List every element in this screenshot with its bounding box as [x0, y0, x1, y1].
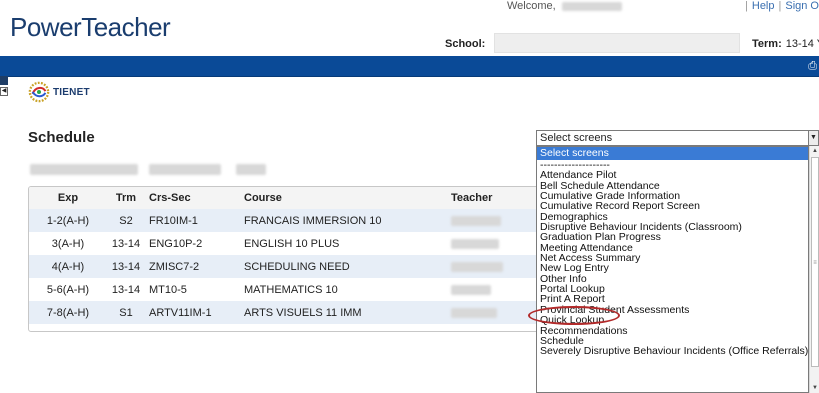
- cell-trm: S2: [107, 209, 145, 232]
- table-header-row: Exp Trm Crs-Sec Course Teacher: [29, 187, 547, 209]
- collapse-arrow-icon[interactable]: [0, 76, 8, 85]
- cell-teacher-redacted: [451, 255, 547, 278]
- user-name-redacted: [561, 1, 622, 11]
- term-value: 13-14 Ye: [785, 38, 819, 50]
- tienet-label: TIENET: [53, 86, 90, 98]
- cell-exp: 5-6(A-H): [46, 283, 90, 296]
- page-title: Schedule: [28, 129, 95, 146]
- schedule-grid: Exp Trm Crs-Sec Course Teacher 1-2(A-H) …: [29, 187, 547, 324]
- cell-teacher-redacted: [451, 278, 547, 301]
- school-label: School:: [445, 38, 486, 50]
- annotation-highlight-ring: [528, 306, 620, 325]
- cell-crs-sec: FR10IM-1: [145, 209, 244, 232]
- cell-course: MATHEMATICS 10: [244, 283, 338, 296]
- cell-trm: 13-14: [107, 255, 145, 278]
- welcome-text: Welcome,: [507, 0, 622, 12]
- dropdown-scrollbar[interactable]: ▲ ≡ ▼: [809, 146, 819, 393]
- cell-exp: 4(A-H): [29, 255, 107, 278]
- expand-arrow-icon[interactable]: ◀: [0, 87, 8, 96]
- cell-crs-sec: ARTV11IM-1: [145, 301, 244, 324]
- school-field-redacted: [494, 33, 740, 53]
- gear-swirl-logo-icon: [28, 81, 50, 103]
- cell-exp: 1-2(A-H): [29, 209, 107, 232]
- cell-trm: 13-14: [111, 237, 141, 250]
- student-info-redacted: [30, 163, 267, 175]
- col-header-crs-sec: Crs-Sec: [145, 187, 244, 209]
- nav-bar: ⎙: [0, 56, 819, 77]
- cell-trm: 13-14: [111, 283, 141, 296]
- print-icon[interactable]: ⎙: [808, 60, 817, 73]
- scroll-up-arrow-icon[interactable]: ▲: [810, 146, 819, 156]
- cell-course: FRANCAIS IMMERSION 10: [244, 209, 451, 232]
- cell-teacher-redacted: [451, 232, 547, 255]
- cell-course: ARTS VISUELS 11 IMM: [244, 301, 451, 324]
- term-label: Term:: [752, 38, 782, 50]
- dropdown-option[interactable]: Severely Disruptive Behaviour Incidents …: [537, 346, 808, 357]
- tienet-brand[interactable]: TIENET: [28, 81, 90, 103]
- cell-trm: S1: [107, 301, 145, 324]
- col-header-trm: Trm: [107, 187, 145, 209]
- table-row: 5-6(A-H) 13-14 MT10-5 MATHEMATICS 10: [29, 278, 547, 301]
- app-header: PowerTeacher Welcome, | Help | Sign O Schoo…: [0, 0, 819, 56]
- cell-teacher-redacted: [451, 209, 547, 232]
- table-row: 4(A-H) 13-14 ZMISC7-2 SCHEDULING NEED: [29, 255, 547, 278]
- top-links: | Help | Sign O: [745, 0, 819, 12]
- cell-exp: 3(A-H): [51, 237, 85, 250]
- cell-exp: 7-8(A-H): [29, 301, 107, 324]
- screen-select-listbox[interactable]: Select screens -------------------- Atte…: [536, 146, 809, 393]
- cell-crs-sec: ZMISC7-2: [145, 255, 244, 278]
- welcome-label: Welcome,: [507, 0, 556, 12]
- scroll-down-arrow-icon[interactable]: ▼: [810, 383, 819, 393]
- app-logo: PowerTeacher: [10, 12, 171, 42]
- cell-crs-sec: MT10-5: [149, 283, 187, 296]
- cell-course: ENGLISH 10 PLUS: [244, 237, 340, 250]
- table-row: 3(A-H) 13-14 ENG10P-2 ENGLISH 10 PLUS: [29, 232, 547, 255]
- cell-crs-sec: ENG10P-2: [149, 237, 203, 250]
- screen-select[interactable]: Select screens: [536, 130, 810, 146]
- table-row: 1-2(A-H) S2 FR10IM-1 FRANCAIS IMMERSION …: [29, 209, 547, 232]
- cell-course: SCHEDULING NEED: [244, 255, 451, 278]
- col-header-course: Course: [244, 187, 451, 209]
- term-display: Term:13-14 Ye: [752, 38, 819, 50]
- col-header-teacher: Teacher: [451, 187, 547, 209]
- schedule-table: Exp Trm Crs-Sec Course Teacher 1-2(A-H) …: [28, 186, 548, 332]
- scroll-thumb[interactable]: ≡: [811, 157, 819, 367]
- help-link[interactable]: Help: [752, 0, 775, 12]
- chevron-down-icon[interactable]: ▼: [808, 130, 819, 146]
- col-header-exp: Exp: [29, 187, 107, 209]
- sign-out-link[interactable]: Sign O: [785, 0, 819, 12]
- table-row: 7-8(A-H) S1 ARTV11IM-1 ARTS VISUELS 11 I…: [29, 301, 547, 324]
